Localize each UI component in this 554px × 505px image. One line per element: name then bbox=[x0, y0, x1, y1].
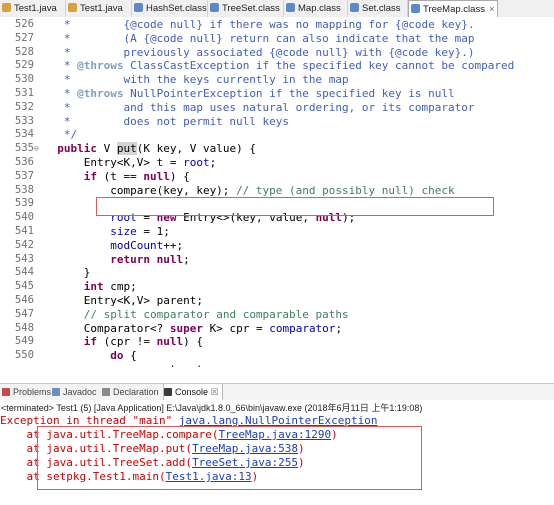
tab-label: HashSet.class bbox=[146, 3, 207, 14]
editor-tab-bar: Test1.java Test1.java HashSet.class TreeSet… bbox=[0, 0, 554, 18]
line-number: 547 bbox=[14, 307, 34, 320]
tab-label: Set.class bbox=[362, 3, 401, 14]
code-line: * {@code null} if there was no mapping f… bbox=[44, 18, 475, 31]
code-line: public V put(K key, V value) { bbox=[57, 142, 256, 156]
tab-label: Test1.java bbox=[80, 3, 123, 14]
view-tab-declaration[interactable]: Declaration bbox=[102, 384, 160, 400]
tab-hashset-class[interactable]: HashSet.class bbox=[132, 0, 208, 17]
tab-map-class[interactable]: Map.class bbox=[284, 0, 348, 17]
code-line: */ bbox=[44, 128, 78, 142]
terminated-status: <terminated> Test1 (5) [Java Application… bbox=[1, 403, 423, 413]
close-console-icon[interactable]: ☒ bbox=[208, 387, 219, 397]
code-line: parent = t; bbox=[44, 363, 210, 367]
javadoc-icon bbox=[52, 388, 60, 396]
view-tab-label: Javadoc bbox=[63, 387, 97, 397]
tab-label: Map.class bbox=[298, 3, 341, 14]
highlight-box-line-538 bbox=[96, 197, 494, 216]
code-line: * and this map uses natural ordering, or… bbox=[44, 100, 475, 114]
line-number: 530 bbox=[14, 73, 34, 86]
line-number: 533 bbox=[14, 114, 34, 127]
tab-test1-java[interactable]: Test1.java bbox=[66, 0, 132, 17]
line-number: 535 bbox=[14, 142, 34, 155]
code-line: if (cpr != null) { bbox=[83, 335, 203, 349]
java-file-icon bbox=[68, 3, 77, 12]
line-number: 534 bbox=[14, 128, 34, 141]
line-number: 531 bbox=[14, 87, 34, 99]
view-tab-javadoc[interactable]: Javadoc bbox=[52, 384, 100, 400]
highlight-box-stacktrace bbox=[37, 426, 422, 490]
tab-label: Test1.java bbox=[14, 3, 57, 14]
line-number: 536 bbox=[14, 156, 34, 168]
code-line: size = 1; bbox=[110, 225, 170, 238]
code-line: // split comparator and comparable paths bbox=[83, 307, 349, 321]
code-line: Entry<K,V> t = root; bbox=[44, 156, 217, 169]
tab-set-class[interactable]: Set.class bbox=[348, 0, 408, 17]
code-line: * with the keys currently in the map bbox=[44, 73, 349, 87]
line-number: 538 bbox=[14, 183, 34, 196]
line-number: 548 bbox=[14, 321, 34, 334]
close-tab-icon[interactable]: × bbox=[489, 4, 495, 15]
line-number: 537 bbox=[14, 169, 34, 182]
view-tab-label: Console bbox=[175, 387, 209, 397]
class-file-icon bbox=[286, 3, 295, 12]
declaration-icon bbox=[102, 388, 110, 396]
line-number: 541 bbox=[14, 225, 34, 237]
line-number: 544 bbox=[14, 266, 34, 279]
console-output[interactable]: <terminated> Test1 (5) [Java Application… bbox=[0, 400, 554, 505]
tab-label: TreeMap.class bbox=[423, 4, 485, 15]
view-tab-problems[interactable]: Problems bbox=[2, 384, 52, 400]
code-line: compare(key, key); // type (and possibly… bbox=[44, 183, 455, 197]
console-view-tab-bar: Problems Javadoc Declaration Console ☒ bbox=[0, 383, 554, 401]
class-file-icon bbox=[350, 3, 359, 12]
code-line: Comparator<? super K> cpr = comparator; bbox=[44, 321, 343, 335]
tab-treemap-class[interactable]: TreeMap.class × bbox=[408, 0, 498, 17]
line-number: 527 bbox=[14, 31, 34, 44]
console-icon bbox=[164, 388, 172, 396]
tab-test1-java[interactable]: Test1.java bbox=[0, 0, 66, 17]
line-number: 545 bbox=[14, 280, 34, 293]
line-number bbox=[0, 363, 34, 367]
line-number: 543 bbox=[14, 252, 34, 265]
fold-toggle-icon[interactable]: ⊖ bbox=[34, 142, 39, 156]
code-line: Entry<K,V> parent; bbox=[44, 294, 203, 307]
line-number: 529 bbox=[14, 59, 34, 72]
class-file-icon bbox=[411, 4, 420, 13]
tab-treeset-class[interactable]: TreeSet.class bbox=[208, 0, 284, 17]
code-line: * previously associated {@code null} wit… bbox=[44, 45, 475, 59]
tab-label: TreeSet.class bbox=[222, 3, 280, 14]
line-number: 550 bbox=[14, 349, 34, 362]
class-file-icon bbox=[210, 3, 219, 12]
line-number: 540 bbox=[14, 211, 34, 224]
code-line: do { bbox=[110, 349, 137, 363]
java-file-icon bbox=[2, 3, 11, 12]
code-line: return null; bbox=[110, 252, 190, 266]
code-line: * does not permit null keys bbox=[44, 114, 290, 128]
line-number: 539 bbox=[14, 197, 34, 210]
view-tab-label: Problems bbox=[13, 387, 52, 397]
code-line: modCount++; bbox=[110, 238, 184, 252]
view-tab-console[interactable]: Console ☒ bbox=[163, 384, 223, 400]
line-number: 532 bbox=[14, 100, 34, 113]
code-editor[interactable]: 526 527 528 529 530 531 532 533 534 535 ⊖ 536 537 538… bbox=[0, 17, 554, 367]
line-number: 549 bbox=[14, 335, 34, 348]
line-number-gutter: 526 527 528 529 530 531 532 533 534 535 ⊖ 536 537 538… bbox=[0, 17, 44, 367]
line-number: 542 bbox=[14, 238, 34, 251]
line-number: 546 bbox=[14, 294, 34, 306]
line-number: 526 bbox=[14, 18, 34, 30]
line-number: 528 bbox=[14, 45, 34, 58]
code-area[interactable]: * {@code null} if there was no mapping f… bbox=[44, 17, 554, 367]
code-line: if (t == null) { bbox=[83, 169, 190, 183]
code-line: * @throws ClassCastException if the spec… bbox=[44, 59, 515, 73]
code-line: int cmp; bbox=[83, 280, 137, 294]
code-line: * (A {@code null} return can also indica… bbox=[44, 31, 475, 45]
problems-icon bbox=[2, 388, 10, 396]
view-tab-label: Declaration bbox=[113, 387, 159, 397]
code-line: * @throws NullPointerException if the sp… bbox=[44, 87, 455, 100]
code-line: } bbox=[44, 266, 91, 280]
class-file-icon bbox=[134, 3, 143, 12]
